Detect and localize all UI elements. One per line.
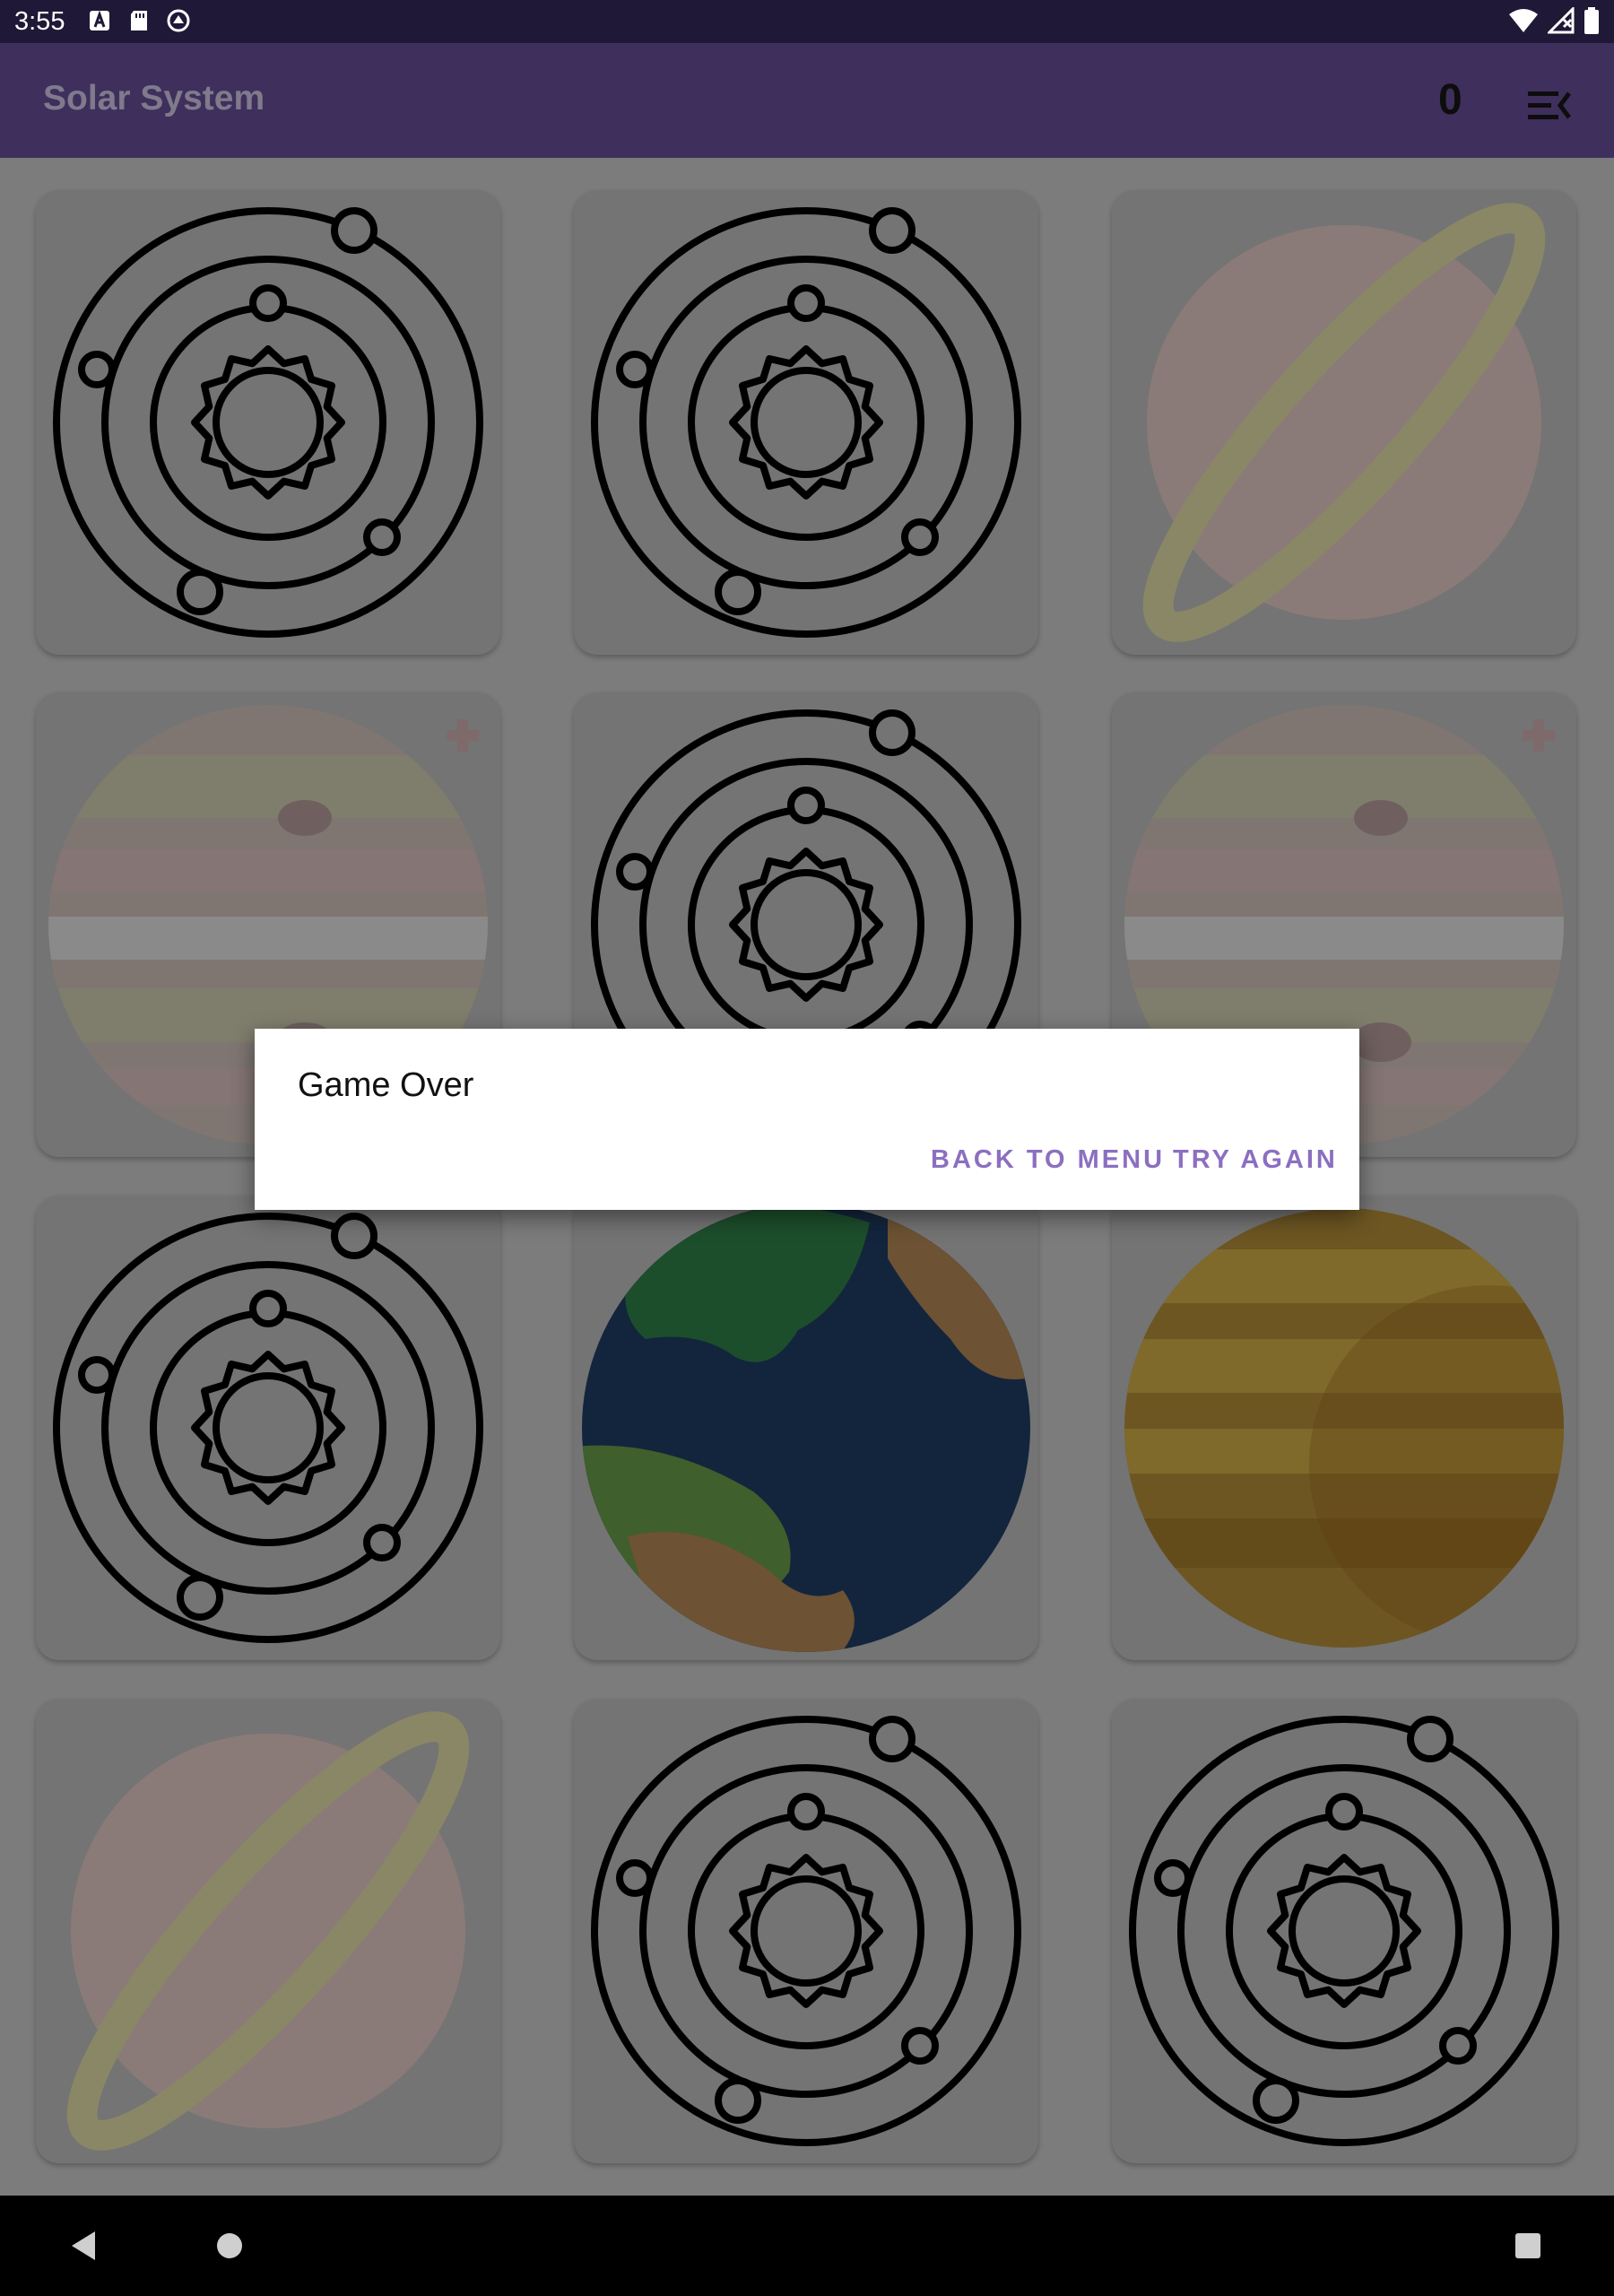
- wifi-icon: [1509, 9, 1538, 32]
- nav-bar: [0, 2196, 1614, 2296]
- try-again-button[interactable]: TRY AGAIN: [1173, 1145, 1338, 1175]
- back-icon[interactable]: [68, 2230, 100, 2262]
- memory-card[interactable]: [574, 190, 1038, 655]
- solar-system-icon: [591, 1716, 1021, 2146]
- status-time: 3:55: [14, 7, 65, 36]
- memory-card[interactable]: [1112, 1196, 1576, 1660]
- earth-icon: [582, 1204, 1030, 1652]
- menu-open-icon[interactable]: [1524, 81, 1575, 131]
- dialog-title: Game Over: [298, 1066, 474, 1104]
- venus-icon: [1124, 1208, 1564, 1648]
- sd-card-icon: [131, 11, 147, 30]
- a-icon: [90, 10, 109, 30]
- score-counter: 0: [1438, 76, 1462, 124]
- solar-system-icon: [1129, 1716, 1559, 2146]
- saturn-icon: [1142, 203, 1546, 642]
- memory-card[interactable]: [1112, 1699, 1576, 2163]
- back-to-menu-button[interactable]: BACK TO MENU: [931, 1145, 1165, 1175]
- solar-system-icon: [591, 207, 1021, 638]
- solar-system-icon: [53, 207, 483, 638]
- app-bar: Solar System 0: [0, 43, 1614, 158]
- saturn-icon: [66, 1711, 470, 2151]
- memory-card[interactable]: [36, 190, 500, 655]
- home-icon[interactable]: [215, 2231, 244, 2260]
- memory-card[interactable]: [574, 1699, 1038, 2163]
- sync-icon: [167, 9, 190, 32]
- memory-card[interactable]: [36, 1196, 500, 1660]
- solar-system-icon: [53, 1213, 483, 1643]
- signal-icon: [1548, 7, 1575, 34]
- status-bar: 3:55: [0, 0, 1614, 43]
- battery-icon: [1584, 7, 1599, 34]
- memory-card[interactable]: [36, 1699, 500, 2163]
- recents-icon[interactable]: [1514, 2231, 1542, 2260]
- game-over-dialog: Game Over BACK TO MENU TRY AGAIN: [255, 1029, 1359, 1210]
- app-title: Solar System: [43, 79, 265, 117]
- memory-card[interactable]: [1112, 190, 1576, 655]
- memory-card[interactable]: [574, 1196, 1038, 1660]
